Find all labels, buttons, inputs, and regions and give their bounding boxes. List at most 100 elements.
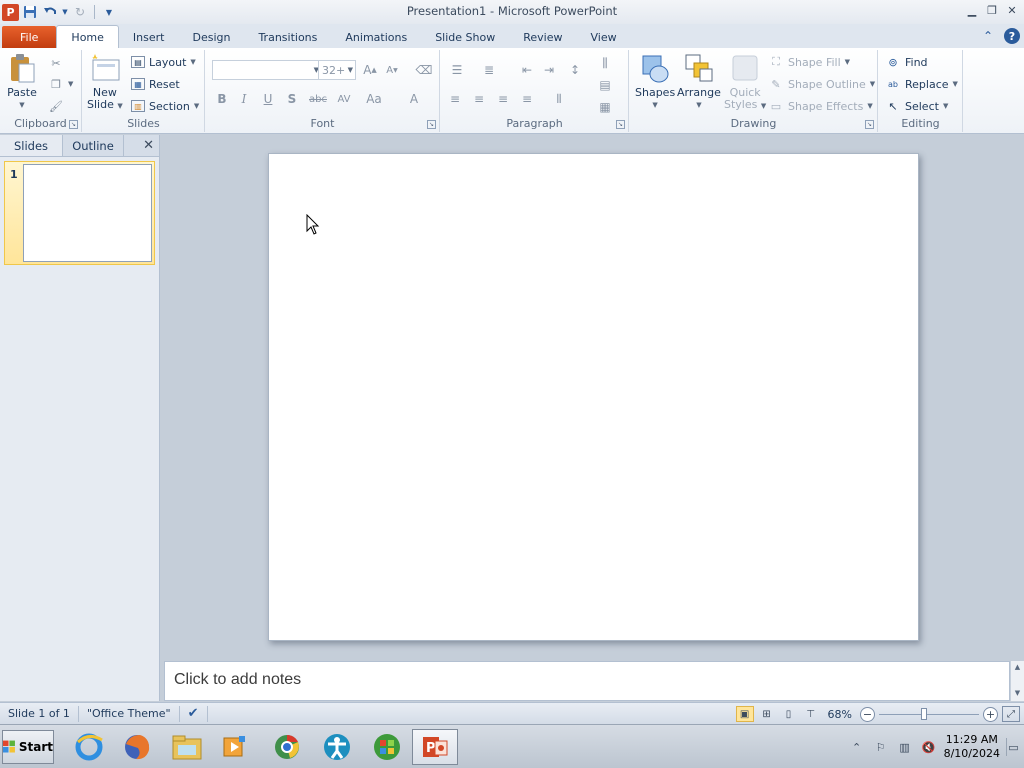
undo-icon[interactable] xyxy=(41,3,59,21)
shrink-font-button[interactable]: A ▼ xyxy=(382,61,402,79)
minimize-ribbon-icon[interactable]: ⌃ xyxy=(980,28,996,44)
taskbar-powerpoint-button[interactable]: P xyxy=(412,729,458,765)
bold-button[interactable]: B xyxy=(212,90,232,108)
font-launcher-icon[interactable]: ↘ xyxy=(427,120,436,129)
undo-dropdown-icon[interactable]: ▼ xyxy=(61,3,69,21)
notes-scrollbar[interactable]: ▲ ▼ xyxy=(1010,661,1024,701)
show-desktop-icon[interactable]: ▭ xyxy=(1006,738,1020,756)
theme-status[interactable]: "Office Theme" xyxy=(79,705,180,722)
paste-button[interactable]: Paste ▼ xyxy=(6,52,38,111)
line-spacing-button[interactable]: ↕ xyxy=(565,61,585,79)
select-button[interactable]: ↖ Select ▼ xyxy=(885,97,948,115)
align-right-button[interactable]: ≡ xyxy=(493,90,513,108)
decrease-indent-button[interactable]: ⇤ xyxy=(517,61,537,79)
shape-fill-button[interactable]: ⛶ Shape Fill ▼ xyxy=(768,53,850,71)
align-text-button[interactable]: ▤ xyxy=(595,76,615,94)
scroll-down-icon[interactable]: ▼ xyxy=(1011,687,1024,699)
shape-effects-button[interactable]: ▭ Shape Effects ▼ xyxy=(768,97,873,115)
center-button[interactable]: ≡ xyxy=(469,90,489,108)
help-icon[interactable]: ? xyxy=(1004,28,1020,44)
tab-review[interactable]: Review xyxy=(509,26,576,48)
restore-icon[interactable]: ❐ xyxy=(984,2,1000,18)
system-clock[interactable]: 11:29 AM 8/10/2024 xyxy=(944,733,1000,761)
zoom-slider[interactable] xyxy=(879,706,979,722)
section-button[interactable]: ▥ Section ▼ xyxy=(131,97,199,115)
tab-slide-show[interactable]: Slide Show xyxy=(421,26,509,48)
find-button[interactable]: ⊚ Find xyxy=(885,53,927,71)
tab-transitions[interactable]: Transitions xyxy=(244,26,331,48)
start-button[interactable]: Start xyxy=(2,730,54,764)
zoom-out-icon[interactable]: − xyxy=(860,706,875,722)
layout-button[interactable]: ▤ Layout ▼ xyxy=(131,53,196,71)
paragraph-launcher-icon[interactable]: ↘ xyxy=(616,120,625,129)
media-player-icon[interactable] xyxy=(212,729,258,765)
reading-view-icon[interactable]: ▯ xyxy=(780,706,798,722)
close-icon[interactable]: ✕ xyxy=(1004,2,1020,18)
reset-button[interactable]: ▦ Reset xyxy=(131,75,180,93)
increase-indent-button[interactable]: ⇥ xyxy=(539,61,559,79)
cut-button[interactable]: ✂ xyxy=(48,54,64,72)
justify-button[interactable]: ≡ xyxy=(517,90,537,108)
tab-insert[interactable]: Insert xyxy=(119,26,179,48)
drawing-launcher-icon[interactable]: ↘ xyxy=(865,120,874,129)
slide-canvas[interactable] xyxy=(268,153,919,641)
replace-button[interactable]: ab Replace ▼ xyxy=(885,75,958,93)
character-spacing-button[interactable]: AV xyxy=(332,90,356,108)
fit-to-window-icon[interactable]: ⤢ xyxy=(1002,706,1020,722)
smartart-button[interactable]: ▦ xyxy=(595,98,615,116)
quick-styles-button[interactable]: Quick Styles ▼ xyxy=(724,52,766,112)
save-icon[interactable] xyxy=(21,3,39,21)
tab-view[interactable]: View xyxy=(576,26,630,48)
internet-explorer-icon[interactable] xyxy=(66,729,112,765)
font-color-button[interactable]: A xyxy=(404,90,424,108)
columns-button[interactable]: ⫴ xyxy=(549,90,569,108)
shadow-button[interactable]: S xyxy=(282,90,302,108)
zoom-level[interactable]: 68% xyxy=(828,708,852,721)
shape-outline-button[interactable]: ✎ Shape Outline ▼ xyxy=(768,75,875,93)
text-direction-button[interactable]: ⫼ xyxy=(595,54,615,72)
bullets-button[interactable]: ☰ xyxy=(447,61,467,79)
redo-icon[interactable]: ↻ xyxy=(71,3,89,21)
windows-update-icon[interactable] xyxy=(364,729,410,765)
accessibility-app-icon[interactable] xyxy=(314,729,360,765)
italic-button[interactable]: I xyxy=(234,90,254,108)
clipboard-launcher-icon[interactable]: ↘ xyxy=(69,120,78,129)
show-hidden-icons-icon[interactable]: ⌃ xyxy=(848,738,866,756)
arrange-button[interactable]: Arrange ▼ xyxy=(677,52,721,111)
new-slide-button[interactable]: New Slide ▼ xyxy=(87,52,123,112)
shapes-button[interactable]: Shapes ▼ xyxy=(635,52,675,111)
copy-button[interactable]: ❐ ▼ xyxy=(48,75,73,93)
volume-muted-icon[interactable]: 🔇 xyxy=(920,738,938,756)
normal-view-icon[interactable]: ▣ xyxy=(735,706,754,722)
align-left-button[interactable]: ≡ xyxy=(445,90,465,108)
tab-outline[interactable]: Outline xyxy=(62,135,124,156)
numbering-button[interactable]: ≣ xyxy=(479,61,499,79)
notes-pane[interactable]: Click to add notes xyxy=(164,661,1010,701)
tab-home[interactable]: Home xyxy=(56,25,119,48)
underline-button[interactable]: U xyxy=(258,90,278,108)
font-name-combo[interactable]: ▼ xyxy=(212,60,322,80)
tab-file[interactable]: File xyxy=(2,26,57,48)
close-pane-icon[interactable]: ✕ xyxy=(143,138,154,153)
chrome-browser-icon[interactable] xyxy=(264,729,310,765)
slide-count-status[interactable]: Slide 1 of 1 xyxy=(0,705,79,722)
tab-animations[interactable]: Animations xyxy=(331,26,421,48)
zoom-slider-thumb[interactable] xyxy=(921,708,928,720)
font-size-combo[interactable]: 32+ ▼ xyxy=(318,60,356,80)
clear-formatting-button[interactable]: ⌫ xyxy=(414,61,434,79)
slide-sorter-view-icon[interactable]: ⊞ xyxy=(758,706,776,722)
format-painter-button[interactable]: 🖌 xyxy=(48,97,64,115)
file-explorer-icon[interactable] xyxy=(164,729,210,765)
change-case-button[interactable]: Aa xyxy=(362,90,386,108)
network-icon[interactable]: ▥ xyxy=(896,738,914,756)
strikethrough-button[interactable]: abc xyxy=(306,90,330,108)
customize-qat-icon[interactable]: ▼ xyxy=(100,3,118,21)
minimize-icon[interactable]: ▁ xyxy=(964,2,980,18)
tab-design[interactable]: Design xyxy=(178,26,244,48)
scroll-up-icon[interactable]: ▲ xyxy=(1011,661,1024,673)
spell-check-icon[interactable]: ✔ xyxy=(180,705,208,722)
zoom-in-icon[interactable]: + xyxy=(983,706,998,722)
slide-show-view-icon[interactable]: ⊤ xyxy=(802,706,820,722)
tab-slides[interactable]: Slides xyxy=(0,135,62,156)
powerpoint-app-icon[interactable]: P xyxy=(2,3,19,21)
